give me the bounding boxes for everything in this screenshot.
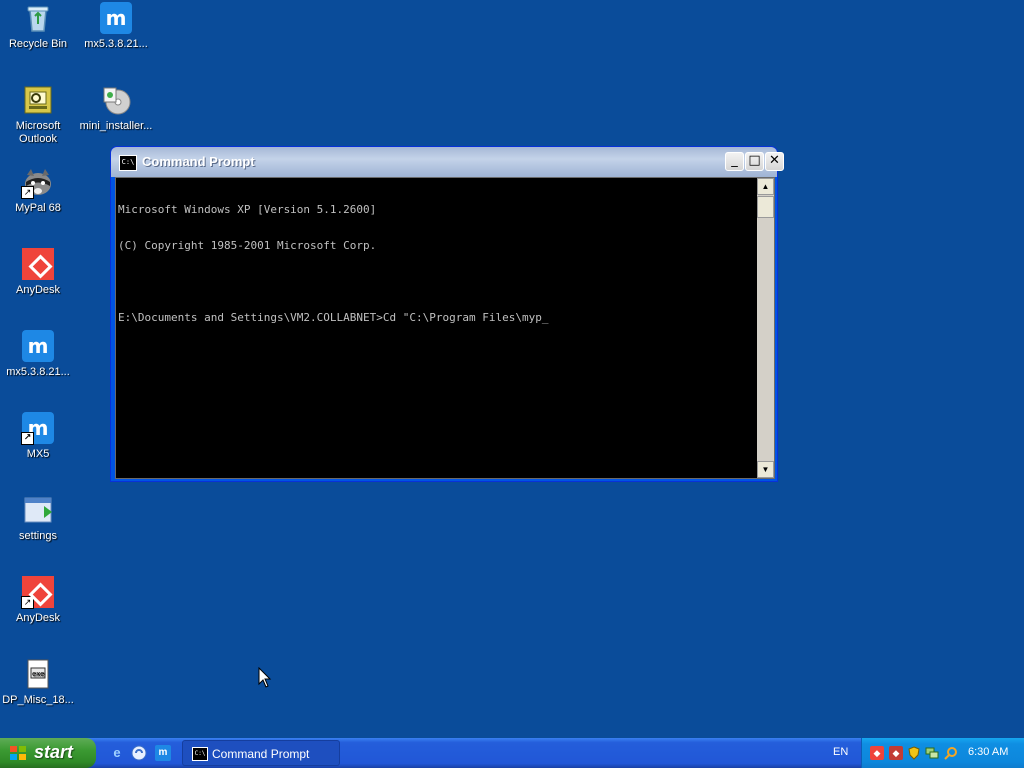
desktop-icon-label: MyPal 68: [15, 202, 61, 214]
desktop-icon-mx5[interactable]: m ↗ MX5: [0, 412, 76, 461]
desktop-icon-label: MX5: [26, 448, 50, 460]
settings-icon: [22, 494, 54, 526]
installer-icon: [100, 84, 132, 116]
taskbar-item-command-prompt[interactable]: C:\ Command Prompt: [182, 740, 340, 766]
console-output: Microsoft Windows XP [Version 5.1.2600] …: [118, 180, 548, 348]
clock[interactable]: 6:30 AM: [968, 746, 1008, 758]
system-tray: ◆ ◆ 6:30 AM: [861, 738, 1024, 768]
cmd-icon: C:\: [119, 155, 137, 171]
vertical-scrollbar[interactable]: ▲ ▼: [757, 178, 774, 478]
scroll-up-icon[interactable]: ▲: [757, 178, 774, 195]
executable-file-icon: exe: [22, 658, 54, 690]
taskbar-item-label: Command Prompt: [212, 747, 310, 761]
scroll-down-icon[interactable]: ▼: [757, 461, 774, 478]
desktop-icon-label: settings: [19, 530, 57, 542]
desktop-icon-dp-misc[interactable]: exe DP_Misc_18...: [0, 658, 76, 707]
language-indicator[interactable]: EN: [833, 746, 848, 758]
shortcut-arrow-icon: ↗: [21, 432, 34, 445]
desktop-icon-label: mini_installer...: [79, 120, 153, 132]
desktop-icon-anydesk-shortcut[interactable]: ↗ AnyDesk: [0, 576, 76, 625]
desktop-icon-label: mx5.3.8.21...: [6, 366, 70, 378]
console-line: (C) Copyright 1985-2001 Microsoft Corp.: [118, 239, 377, 252]
windows-logo-icon: [10, 746, 26, 760]
outlook-icon: [22, 84, 54, 116]
shortcut-arrow-icon: ↗: [21, 186, 34, 199]
console-line: Microsoft Windows XP [Version 5.1.2600]: [118, 203, 377, 216]
search-icon[interactable]: [944, 746, 958, 760]
anydesk-tray-icon[interactable]: ◆: [870, 746, 884, 760]
start-button[interactable]: start: [0, 738, 96, 768]
svg-text:exe: exe: [32, 670, 44, 678]
maximize-button[interactable]: □: [745, 152, 764, 171]
start-label: start: [34, 742, 74, 762]
desktop-icon-label: DP_Misc_18...: [2, 694, 74, 706]
console-prompt-line: E:\Documents and Settings\VM2.COLLABNET>…: [118, 311, 549, 324]
close-button[interactable]: ✕: [765, 152, 784, 171]
recycle-bin-icon: [22, 2, 54, 34]
console-area[interactable]: Microsoft Windows XP [Version 5.1.2600] …: [115, 177, 775, 479]
anydesk-icon: ↗: [21, 576, 54, 609]
command-prompt-window[interactable]: C:\ Command Prompt _ □ ✕ Microsoft Windo…: [110, 146, 784, 482]
window-title: Command Prompt: [142, 154, 255, 169]
maxthon-icon[interactable]: m: [155, 745, 171, 761]
desktop-icon-mx5-installer[interactable]: m mx5.3.8.21...: [0, 330, 76, 379]
mouse-pointer-icon: [258, 667, 272, 688]
desktop-icon-recycle-bin[interactable]: Recycle Bin: [0, 2, 76, 51]
network-icon[interactable]: [925, 746, 939, 760]
desktop-icon-label: Recycle Bin: [8, 38, 68, 50]
ie-icon[interactable]: e: [109, 745, 125, 761]
security-shield-icon[interactable]: [907, 746, 921, 760]
maxthon-icon: m: [22, 330, 54, 362]
console-line: ​: [118, 276, 548, 288]
maxthon-icon: m: [100, 2, 132, 34]
scrollbar-thumb[interactable]: [757, 196, 774, 218]
desktop-icon-mx5-installer-2[interactable]: m mx5.3.8.21...: [78, 2, 154, 51]
desktop-icon-anydesk[interactable]: AnyDesk: [0, 248, 76, 297]
maxthon-icon: m ↗: [21, 412, 54, 445]
mypal-raccoon-icon: ↗: [21, 166, 54, 199]
anydesk-tray-icon-2[interactable]: ◆: [889, 746, 903, 760]
desktop-icon-label: AnyDesk: [15, 284, 61, 296]
window-titlebar[interactable]: C:\ Command Prompt _ □ ✕: [111, 147, 784, 177]
desktop-icon-mypal[interactable]: ↗ MyPal 68: [0, 166, 76, 215]
show-desktop-icon[interactable]: [131, 745, 147, 761]
shortcut-arrow-icon: ↗: [21, 596, 34, 609]
desktop-icon-label: AnyDesk: [15, 612, 61, 624]
desktop-icon-label: mx5.3.8.21...: [84, 38, 148, 50]
minimize-button[interactable]: _: [725, 152, 744, 171]
taskbar: start e m C:\ Command Prompt EN ◆ ◆ 6:30…: [0, 738, 1024, 768]
desktop-icon-label: Microsoft Outlook: [15, 120, 61, 145]
desktop-icon-microsoft-outlook[interactable]: Microsoft Outlook: [0, 84, 76, 146]
desktop-icon-mini-installer[interactable]: mini_installer...: [78, 84, 154, 133]
desktop-icon-settings[interactable]: settings: [0, 494, 76, 543]
anydesk-icon: [22, 248, 54, 280]
cmd-icon: C:\: [192, 747, 208, 761]
